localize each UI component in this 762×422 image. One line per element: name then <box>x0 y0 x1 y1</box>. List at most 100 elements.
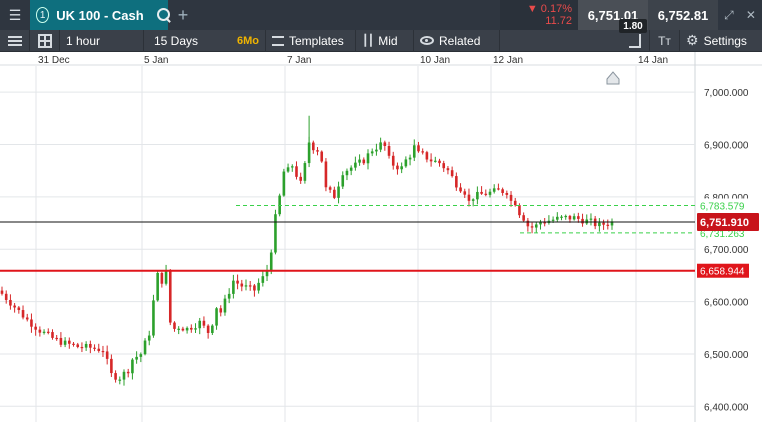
range-tag[interactable]: 6Mo <box>237 35 259 47</box>
candle-body <box>206 325 210 333</box>
candle-body <box>105 351 109 359</box>
price-type-button[interactable]: ┃┃ Mid <box>356 29 414 52</box>
candle-body <box>290 166 294 168</box>
x-tick-label: 12 Jan <box>493 55 523 66</box>
candle-body <box>577 216 580 219</box>
buy-price-button[interactable]: 6,752.81 <box>648 0 718 30</box>
list-icon <box>7 35 22 46</box>
candle-body <box>518 205 521 216</box>
y-tick-label: 6,600.000 <box>704 298 749 309</box>
candle-body <box>51 332 54 338</box>
candle-body <box>400 166 403 170</box>
candle-body <box>581 218 584 224</box>
candle-body <box>72 343 75 345</box>
candle-body <box>278 195 281 215</box>
candle-body <box>97 348 101 351</box>
interval-selector[interactable]: 1 hour <box>60 29 144 52</box>
candle-body <box>585 219 589 224</box>
candle-body <box>84 343 88 348</box>
candle-body <box>68 340 71 344</box>
candle-body <box>198 320 202 329</box>
range-selector[interactable]: 15 Days 6Mo <box>144 29 266 52</box>
candle-body <box>463 191 467 195</box>
candle-body <box>223 298 227 313</box>
candle-body <box>370 151 374 154</box>
layout-button[interactable] <box>30 29 60 52</box>
candle-body <box>446 168 450 171</box>
gear-icon: ⚙ <box>686 32 699 48</box>
chart-list-button[interactable] <box>0 29 30 52</box>
candle-body <box>480 191 483 194</box>
candle-body <box>21 310 25 318</box>
x-tick-label: 5 Jan <box>144 55 168 66</box>
change-percent: ▼ 0.17% <box>526 3 572 15</box>
interval-label: 1 hour <box>66 33 101 48</box>
add-tab-icon[interactable]: + <box>168 0 198 30</box>
related-button[interactable]: Related <box>414 29 500 52</box>
candle-body <box>152 300 155 336</box>
candle-body <box>404 159 408 167</box>
candle-body <box>194 328 197 330</box>
x-tick-label: 10 Jan <box>420 55 450 66</box>
y-tick-label: 7,000.000 <box>704 88 749 99</box>
candle-body <box>215 308 218 326</box>
expand-icon[interactable]: ⤢ <box>724 8 734 23</box>
search-icon[interactable] <box>156 8 171 22</box>
candle-body <box>269 252 273 271</box>
candle-body <box>484 193 488 195</box>
candle-body <box>349 167 353 171</box>
candle-body <box>362 159 366 164</box>
templates-icon <box>272 35 284 46</box>
candle-body <box>530 226 534 228</box>
y-tick-label: 6,400.000 <box>704 402 749 413</box>
candle-body <box>429 159 433 162</box>
candle-body <box>185 327 189 331</box>
tab-instrument[interactable]: 1 UK 100 - Cash <box>30 0 171 30</box>
candle-body <box>257 282 260 291</box>
candle-body <box>417 145 420 152</box>
settings-button[interactable]: ⚙ Settings <box>680 30 762 52</box>
candle-body <box>168 270 172 323</box>
price-chart[interactable]: 31 Dec 5 Jan 7 Jan 10 Jan 12 Jan 14 Jan 6,400… <box>0 52 762 422</box>
candle-body <box>156 272 159 301</box>
candle-body <box>147 335 151 341</box>
candle-body <box>89 343 92 348</box>
candle-body <box>17 307 21 311</box>
candle-body <box>551 219 555 221</box>
candle-body <box>425 152 429 160</box>
close-icon[interactable]: ✕ <box>746 8 756 22</box>
candle-body <box>589 218 593 220</box>
candle-body <box>299 176 302 181</box>
candle-body <box>598 222 601 227</box>
templates-button[interactable]: Templates <box>266 29 356 52</box>
candle-body <box>248 285 252 287</box>
candle-body <box>459 187 462 192</box>
candle-body <box>110 358 113 374</box>
candle-body <box>442 163 446 169</box>
candle-body <box>42 331 46 333</box>
candle-body <box>164 270 168 284</box>
ruler-icon <box>628 33 641 48</box>
candle-body <box>101 350 105 353</box>
settings-label: Settings <box>703 33 747 48</box>
menu-icon[interactable]: ☰ <box>0 0 30 30</box>
price-type-label: Mid <box>378 33 398 48</box>
candle-body <box>236 280 239 284</box>
candle-body <box>341 175 345 187</box>
chart-toolbar: 1 hour 15 Days 6Mo Templates ┃┃ Mid Rela… <box>0 29 762 52</box>
candle-body <box>492 188 496 192</box>
candle-body <box>345 170 349 176</box>
candle-body <box>564 215 568 218</box>
candle-body <box>602 222 605 225</box>
text-size-button[interactable]: Tт <box>650 29 680 52</box>
candle-body <box>190 327 193 330</box>
candle-body <box>505 192 509 195</box>
candle-body <box>320 151 324 162</box>
candle-body <box>509 194 513 201</box>
candle-body <box>38 329 42 333</box>
candlestick-icon: ┃┃ <box>362 35 374 47</box>
candle-body <box>232 280 235 294</box>
candle-body <box>421 151 424 153</box>
y-tick-label: 6,900.000 <box>704 141 749 152</box>
